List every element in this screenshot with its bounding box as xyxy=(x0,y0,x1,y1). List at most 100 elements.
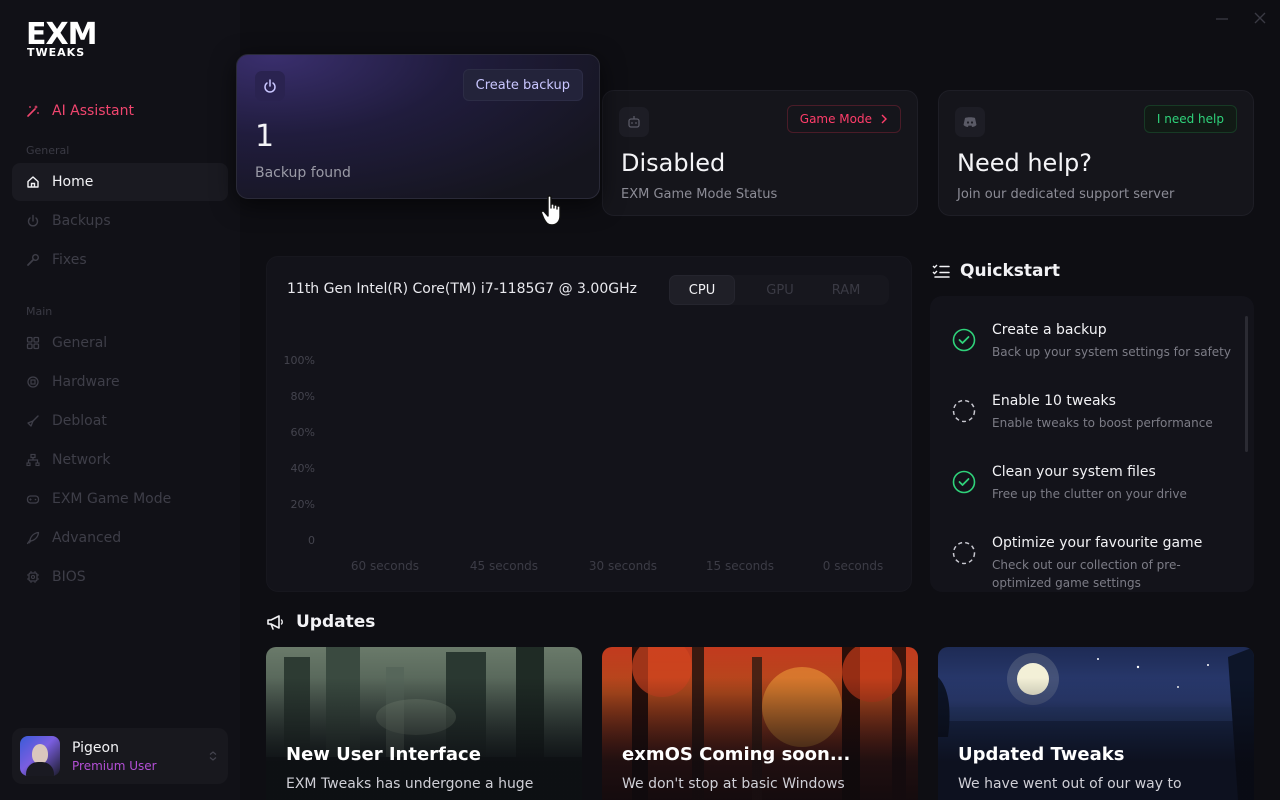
checklist-icon xyxy=(932,264,950,278)
sidebar-item-network[interactable]: Network xyxy=(12,441,228,479)
tab-gpu[interactable]: GPU xyxy=(747,275,813,305)
robot-icon xyxy=(628,116,640,128)
chip-icon xyxy=(27,571,39,583)
create-backup-button-label: Create backup xyxy=(475,77,570,93)
update-card-desc: We don't stop at basic Windows xyxy=(622,776,845,792)
y-tick-label: 60% xyxy=(290,426,315,439)
cpu-icon xyxy=(27,376,39,388)
game-mode-status-label: EXM Game Mode Status xyxy=(621,187,778,202)
x-tick-label: 30 seconds xyxy=(588,559,658,573)
quickstart-item[interactable]: Create a backup Back up your system sett… xyxy=(930,310,1240,380)
sidebar-item-hardware[interactable]: Hardware xyxy=(12,363,228,401)
quickstart-item-desc: Back up your system settings for safety xyxy=(992,345,1231,359)
sidebar-item-exm-game-mode[interactable]: EXM Game Mode xyxy=(12,480,228,518)
game-mode-status: Disabled xyxy=(621,149,726,177)
sidebar-item-label: Advanced xyxy=(52,530,122,546)
x-tick-label: 15 seconds xyxy=(705,559,775,573)
sidebar-item-label: Backups xyxy=(52,213,111,229)
sidebar-item-general[interactable]: General xyxy=(12,324,228,362)
game-mode-button[interactable]: Game Mode xyxy=(786,105,901,133)
minimize-icon[interactable] xyxy=(1214,10,1230,26)
backup-found-label: Backup found xyxy=(255,165,351,181)
sidebar-item-label: Hardware xyxy=(52,374,120,390)
power-icon xyxy=(27,214,39,227)
game-mode-button-label: Game Mode xyxy=(799,112,872,126)
power-icon xyxy=(264,79,276,93)
quickstart-item-desc: Check out our collection of pre-optimize… xyxy=(992,558,1181,590)
need-help-title: Need help? xyxy=(957,149,1092,177)
support-card: I need help Need help? Join our dedicate… xyxy=(938,90,1254,216)
rocket-icon xyxy=(26,531,40,545)
magic-wand-icon xyxy=(27,105,39,117)
sidebar-item-home[interactable]: Home xyxy=(12,163,228,201)
nav-section-main: Main xyxy=(26,305,53,318)
quickstart-item[interactable]: Clean your system files Free up the clut… xyxy=(930,452,1240,522)
update-card-title: exmOS Coming soon... xyxy=(622,744,851,765)
x-tick-label: 60 seconds xyxy=(350,559,420,573)
sidebar-item-ai-assistant[interactable]: AI Assistant xyxy=(12,92,228,130)
update-card-desc: EXM Tweaks has undergone a huge xyxy=(286,776,534,792)
x-tick-label: 0 seconds xyxy=(822,559,884,573)
exm-tweaks-logo[interactable]: EXM TWEAKS xyxy=(26,20,97,59)
y-tick-label: 40% xyxy=(290,462,315,475)
check-circle-icon xyxy=(952,470,976,494)
usage-tab-group: CPU GPU RAM xyxy=(669,275,889,305)
dashed-circle-icon xyxy=(952,399,976,423)
need-help-button-label: I need help xyxy=(1156,112,1224,126)
y-tick-label: 80% xyxy=(290,390,315,403)
network-icon xyxy=(26,453,40,467)
chevron-right-icon xyxy=(881,114,887,124)
sidebar-item-backups[interactable]: Backups xyxy=(12,202,228,240)
user-profile-card[interactable]: Pigeon Premium User xyxy=(12,728,228,784)
usage-chart-card: 11th Gen Intel(R) Core(TM) i7-1185G7 @ 3… xyxy=(266,256,912,592)
create-backup-button[interactable]: Create backup xyxy=(462,69,583,101)
card-icon-wrap xyxy=(619,107,649,137)
hand-cursor-icon xyxy=(540,195,561,226)
quickstart-item-title: Enable 10 tweaks xyxy=(992,393,1116,409)
close-icon[interactable] xyxy=(1252,10,1268,26)
megaphone-icon xyxy=(267,615,283,630)
update-card-tweaks[interactable]: Updated Tweaks We have went out of our w… xyxy=(938,647,1254,800)
sidebar-item-label: AI Assistant xyxy=(52,103,134,119)
user-role: Premium User xyxy=(72,758,157,773)
wrench-icon xyxy=(27,254,39,266)
grid-icon xyxy=(26,336,40,350)
sidebar-item-bios[interactable]: BIOS xyxy=(12,558,228,596)
quickstart-header: Quickstart xyxy=(932,261,1060,281)
game-mode-card: Game Mode Disabled EXM Game Mode Status xyxy=(602,90,918,216)
y-tick-label: 100% xyxy=(283,354,315,367)
y-tick-label: 20% xyxy=(290,498,315,511)
dashed-circle-icon xyxy=(952,541,976,565)
sidebar-item-fixes[interactable]: Fixes xyxy=(12,241,228,279)
card-icon-wrap xyxy=(255,71,285,101)
quickstart-item[interactable]: Optimize your favourite game Check out o… xyxy=(930,523,1240,592)
nav-section-general: General xyxy=(26,144,70,157)
gamepad-icon xyxy=(26,495,40,504)
quickstart-scrollbar[interactable] xyxy=(1245,316,1248,452)
updates-header: Updates xyxy=(266,612,375,632)
sidebar-item-label: Debloat xyxy=(52,413,107,429)
update-card-ui[interactable]: New User Interface EXM Tweaks has underg… xyxy=(266,647,582,800)
tab-cpu[interactable]: CPU xyxy=(669,275,735,305)
sidebar-item-debloat[interactable]: Debloat xyxy=(12,402,228,440)
sidebar-item-label: General xyxy=(52,335,108,351)
updates-title: Updates xyxy=(296,612,376,632)
sidebar-item-label: Network xyxy=(52,452,111,468)
quickstart-item-title: Optimize your favourite game xyxy=(992,535,1203,551)
quickstart-title: Quickstart xyxy=(960,261,1060,281)
backup-card: Create backup 1 Backup found xyxy=(236,54,600,199)
quickstart-item-desc: Enable tweaks to boost performance xyxy=(992,416,1213,430)
update-card-exmos[interactable]: exmOS Coming soon... We don't stop at ba… xyxy=(602,647,918,800)
sidebar-item-label: EXM Game Mode xyxy=(52,491,172,507)
quickstart-item[interactable]: Enable 10 tweaks Enable tweaks to boost … xyxy=(930,381,1240,451)
cpu-model-name: 11th Gen Intel(R) Core(TM) i7-1185G7 @ 3… xyxy=(287,281,637,297)
quickstart-item-title: Clean your system files xyxy=(992,464,1156,480)
sidebar-item-advanced[interactable]: Advanced xyxy=(12,519,228,557)
sidebar-item-label: Fixes xyxy=(52,252,87,268)
card-icon-wrap xyxy=(955,107,985,137)
quickstart-list: Create a backup Back up your system sett… xyxy=(930,296,1254,592)
need-help-button[interactable]: I need help xyxy=(1143,105,1237,133)
tab-ram[interactable]: RAM xyxy=(813,275,879,305)
update-card-title: Updated Tweaks xyxy=(958,744,1125,765)
update-card-desc: We have went out of our way to xyxy=(958,776,1182,792)
